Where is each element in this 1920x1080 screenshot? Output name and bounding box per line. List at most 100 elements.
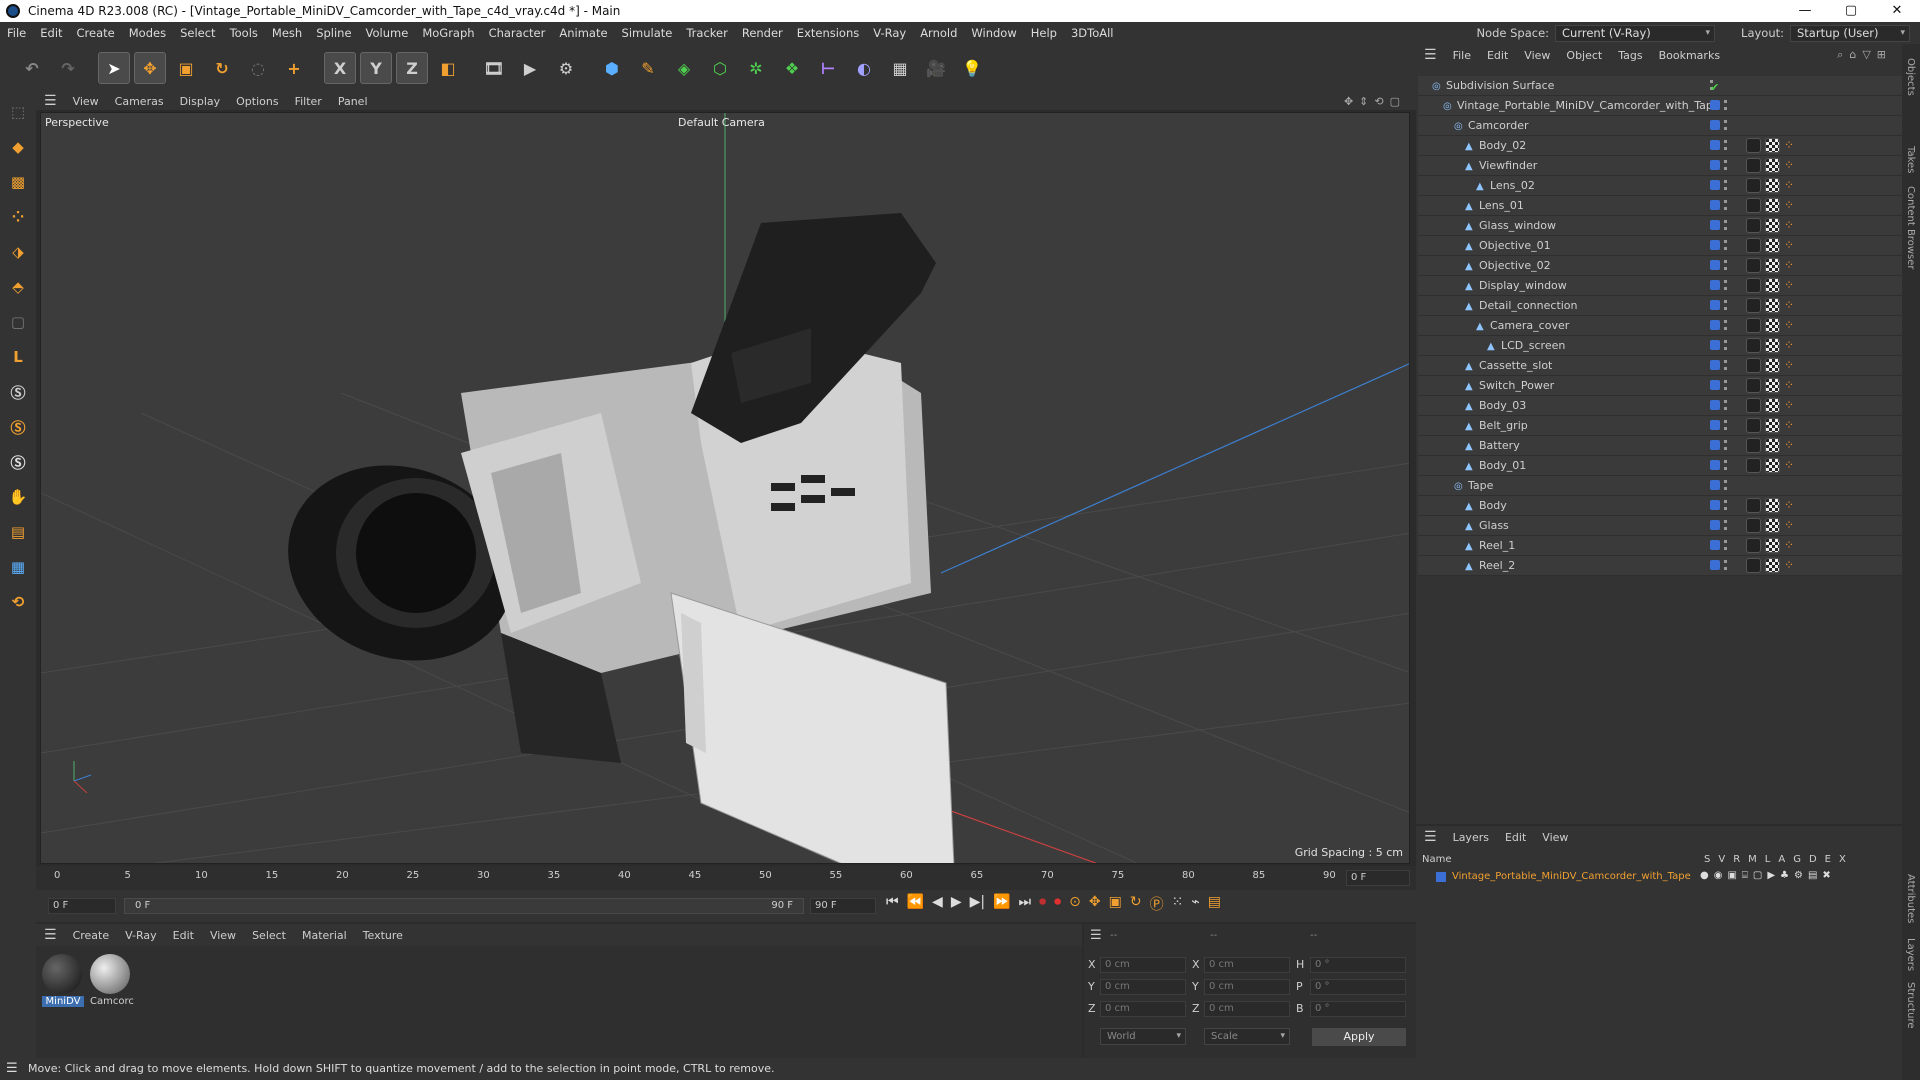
- vray-tag-icon[interactable]: ⁘: [1784, 278, 1799, 293]
- object-name[interactable]: Vintage_Portable_MiniDV_Camcorder_with_T…: [1457, 99, 1720, 112]
- menu-mesh[interactable]: Mesh: [265, 26, 309, 40]
- object-menu-file[interactable]: File: [1445, 49, 1479, 62]
- layer-color-swatch[interactable]: [1710, 440, 1720, 450]
- phong-tag-icon[interactable]: [1746, 418, 1761, 433]
- object-row[interactable]: ▲ Switch_Power ⁘: [1418, 376, 1902, 396]
- vray-tag-icon[interactable]: ⁘: [1784, 138, 1799, 153]
- layer-row[interactable]: Vintage_Portable_MiniDV_Camcorder_with_T…: [1416, 870, 1902, 888]
- axis-mode-icon[interactable]: L: [3, 342, 33, 372]
- phong-tag-icon[interactable]: [1746, 298, 1761, 313]
- viewport-menu-icon[interactable]: ☰: [36, 93, 65, 109]
- menu-spline[interactable]: Spline: [309, 26, 358, 40]
- object-row[interactable]: ▲ Body_02 ⁘: [1418, 136, 1902, 156]
- key-position-icon[interactable]: ✥: [1089, 894, 1101, 914]
- locked-workplane-icon[interactable]: ▦: [3, 552, 33, 582]
- workplane-icon[interactable]: ✋: [3, 482, 33, 512]
- menu-simulate[interactable]: Simulate: [615, 26, 680, 40]
- visibility-toggle[interactable]: [1724, 120, 1728, 130]
- axis-y-button[interactable]: Y: [360, 52, 392, 84]
- visibility-toggle[interactable]: [1724, 500, 1728, 510]
- layout-dropdown[interactable]: Startup (User): [1790, 24, 1910, 42]
- object-name[interactable]: Tape: [1468, 479, 1493, 492]
- phong-tag-icon[interactable]: [1746, 138, 1761, 153]
- phong-tag-icon[interactable]: [1746, 158, 1761, 173]
- field-icon[interactable]: ⊢: [812, 52, 844, 84]
- subdivision-icon[interactable]: ◈: [668, 52, 700, 84]
- phong-tag-icon[interactable]: [1746, 198, 1761, 213]
- vray-tag-icon[interactable]: ⁘: [1784, 558, 1799, 573]
- object-name[interactable]: Lens_01: [1479, 199, 1524, 212]
- phong-tag-icon[interactable]: [1746, 338, 1761, 353]
- object-name[interactable]: Glass_window: [1479, 219, 1556, 232]
- vray-tag-icon[interactable]: ⁘: [1784, 158, 1799, 173]
- tab-takes[interactable]: Takes: [1905, 146, 1916, 173]
- render-settings-icon[interactable]: ⚙: [550, 52, 582, 84]
- viewport-menu-view[interactable]: View: [65, 95, 107, 108]
- material-tag-icon[interactable]: [1765, 318, 1780, 333]
- enabled-check-icon[interactable]: ✔: [1710, 78, 1719, 98]
- vray-tag-icon[interactable]: ⁘: [1784, 458, 1799, 473]
- object-name[interactable]: Reel_1: [1479, 539, 1515, 552]
- phong-tag-icon[interactable]: [1746, 218, 1761, 233]
- object-row[interactable]: ▲ Belt_grip ⁘: [1418, 416, 1902, 436]
- material-menu-create[interactable]: Create: [65, 929, 118, 942]
- object-name[interactable]: Cassette_slot: [1479, 359, 1552, 372]
- visibility-toggle[interactable]: [1724, 240, 1728, 250]
- phong-tag-icon[interactable]: [1746, 458, 1761, 473]
- phong-tag-icon[interactable]: [1746, 318, 1761, 333]
- vray-tag-icon[interactable]: ⁘: [1784, 238, 1799, 253]
- undo-icon[interactable]: ↶: [16, 52, 48, 84]
- grid-icon[interactable]: ▤: [3, 517, 33, 547]
- visibility-toggle[interactable]: [1724, 560, 1728, 570]
- visibility-toggle[interactable]: [1724, 360, 1728, 370]
- layer-menu-icon[interactable]: ☰: [1416, 829, 1445, 845]
- layer-color-swatch[interactable]: [1710, 540, 1720, 550]
- coord-system-dropdown[interactable]: World: [1100, 1028, 1186, 1045]
- layer-color-swatch[interactable]: [1710, 260, 1720, 270]
- material-tag-icon[interactable]: [1765, 238, 1780, 253]
- spline-pen-icon[interactable]: ✎: [632, 52, 664, 84]
- visibility-toggle[interactable]: [1724, 100, 1728, 110]
- viewport-menu-cameras[interactable]: Cameras: [107, 95, 172, 108]
- material-tag-icon[interactable]: [1765, 278, 1780, 293]
- visibility-toggle[interactable]: [1724, 140, 1728, 150]
- phong-tag-icon[interactable]: [1746, 378, 1761, 393]
- apply-button[interactable]: Apply: [1312, 1028, 1406, 1046]
- snap-settings-icon[interactable]: Ⓢ: [3, 412, 33, 442]
- vray-tag-icon[interactable]: ⁘: [1784, 218, 1799, 233]
- add-tool-icon[interactable]: +: [278, 52, 310, 84]
- menu-extensions[interactable]: Extensions: [790, 26, 866, 40]
- object-name[interactable]: Objective_02: [1479, 259, 1551, 272]
- vray-tag-icon[interactable]: ⁘: [1784, 298, 1799, 313]
- edges-mode-icon[interactable]: ⬗: [3, 237, 33, 267]
- vray-tag-icon[interactable]: ⁘: [1784, 318, 1799, 333]
- material-tag-icon[interactable]: [1765, 418, 1780, 433]
- key-pla-icon[interactable]: ⁙: [1172, 894, 1184, 914]
- active-camera-label[interactable]: Default Camera: [678, 116, 765, 129]
- layer-color-swatch[interactable]: [1710, 320, 1720, 330]
- material-menu-icon[interactable]: ☰: [36, 927, 65, 943]
- layer-color-swatch[interactable]: [1710, 140, 1720, 150]
- visibility-toggle[interactable]: [1724, 220, 1728, 230]
- phong-tag-icon[interactable]: [1746, 538, 1761, 553]
- vray-tag-icon[interactable]: ⁘: [1784, 178, 1799, 193]
- object-name[interactable]: Subdivision Surface: [1446, 79, 1554, 92]
- timeline-icon[interactable]: ⌁: [1191, 894, 1199, 914]
- object-row[interactable]: ▲ Body_03 ⁘: [1418, 396, 1902, 416]
- frame-range-slider[interactable]: 0 F 90 F: [124, 898, 804, 914]
- object-row[interactable]: ▲ Camera_cover ⁘: [1418, 316, 1902, 336]
- phong-tag-icon[interactable]: [1746, 438, 1761, 453]
- vray-tag-icon[interactable]: ⁘: [1784, 438, 1799, 453]
- object-search-icon[interactable]: ⌕⌂▽⊞: [1837, 48, 1892, 62]
- maximize-button[interactable]: ▢: [1828, 0, 1874, 22]
- phong-tag-icon[interactable]: [1746, 498, 1761, 513]
- material-minidv[interactable]: MiniDV: [42, 954, 84, 1007]
- object-menu-object[interactable]: Object: [1558, 49, 1610, 62]
- material-menu-vray[interactable]: V-Ray: [117, 929, 165, 942]
- material-menu-select[interactable]: Select: [244, 929, 294, 942]
- menu-arnold[interactable]: Arnold: [913, 26, 964, 40]
- object-name[interactable]: Switch_Power: [1479, 379, 1554, 392]
- floor-icon[interactable]: ▦: [884, 52, 916, 84]
- key-param-icon[interactable]: Ⓟ: [1150, 894, 1164, 914]
- object-row[interactable]: ◎ Subdivision Surface ✔: [1418, 76, 1902, 96]
